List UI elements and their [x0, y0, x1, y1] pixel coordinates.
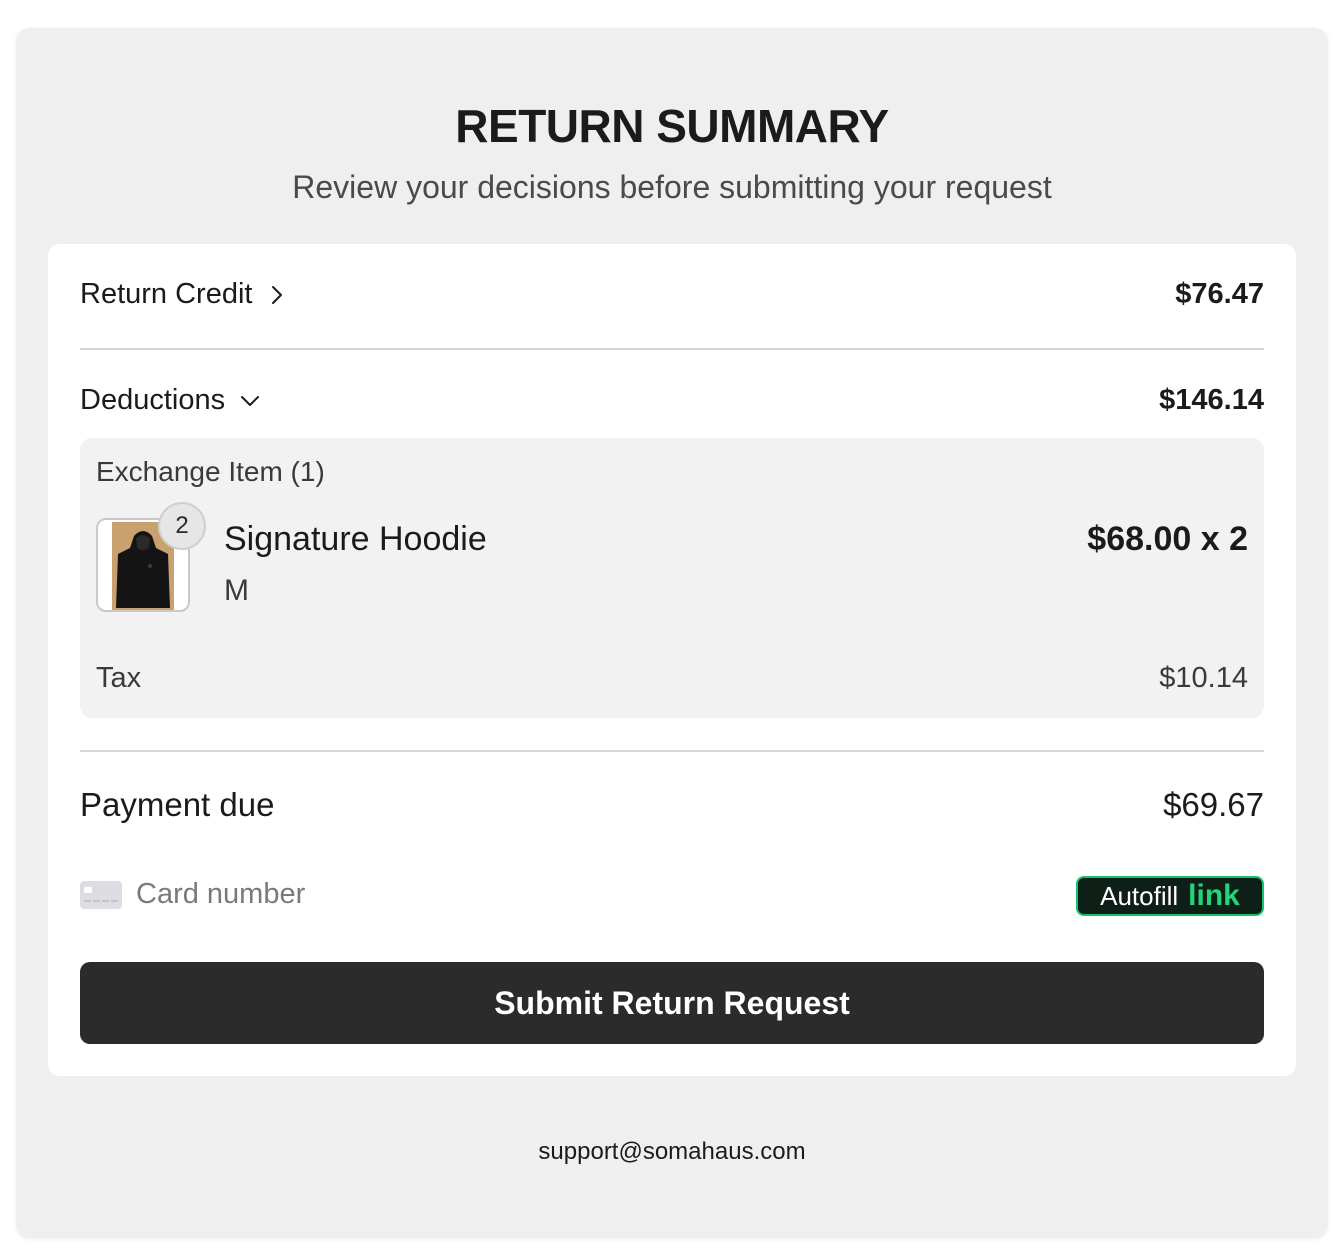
payment-due-value: $69.67: [1163, 786, 1264, 823]
return-credit-row[interactable]: Return Credit $76.47: [80, 278, 1264, 311]
payment-due-label: Payment due: [80, 786, 275, 823]
item-name: Signature Hoodie: [224, 520, 487, 558]
return-credit-label: Return Credit: [80, 278, 253, 310]
divider: [80, 348, 1264, 350]
support-email[interactable]: support@somahaus.com: [16, 1138, 1328, 1166]
item-variant: M: [224, 574, 249, 607]
chevron-right-icon: [272, 285, 283, 304]
summary-card: Return Credit $76.47 Deductions $146.14 …: [48, 244, 1296, 1076]
page-subtitle: Review your decisions before submitting …: [292, 169, 1052, 205]
divider: [80, 750, 1264, 752]
return-summary-panel: RETURN SUMMARY Review your decisions bef…: [16, 28, 1328, 1238]
item-price: $68.00 x 2: [1087, 520, 1248, 558]
quantity-badge: 2: [158, 502, 206, 550]
link-logo: link: [1188, 879, 1240, 912]
return-credit-toggle[interactable]: Return Credit: [80, 278, 288, 311]
deductions-toggle[interactable]: Deductions: [80, 384, 261, 417]
autofill-label: Autofill: [1100, 880, 1179, 911]
deductions-details: Exchange Item (1) 2 Signature Hoodie M $…: [80, 438, 1264, 718]
tax-label: Tax: [96, 662, 142, 694]
card-number-field[interactable]: Card number: [80, 878, 305, 911]
exchange-item-label: Exchange Item (1): [96, 456, 325, 487]
autofill-link-button[interactable]: Autofill link: [1076, 876, 1264, 916]
chevron-down-icon: [241, 395, 260, 406]
deductions-label: Deductions: [80, 384, 226, 416]
payment-due-row: Payment due $69.67: [80, 786, 1264, 824]
card-number-placeholder[interactable]: Card number: [136, 878, 305, 911]
submit-return-button[interactable]: Submit Return Request: [80, 962, 1264, 1044]
tax-value: $10.14: [1159, 662, 1248, 694]
deductions-value: $146.14: [1159, 384, 1264, 416]
credit-card-icon: [80, 880, 122, 909]
deductions-row[interactable]: Deductions $146.14: [80, 384, 1264, 417]
return-credit-value: $76.47: [1175, 278, 1264, 310]
page-title: RETURN SUMMARY: [455, 100, 889, 152]
